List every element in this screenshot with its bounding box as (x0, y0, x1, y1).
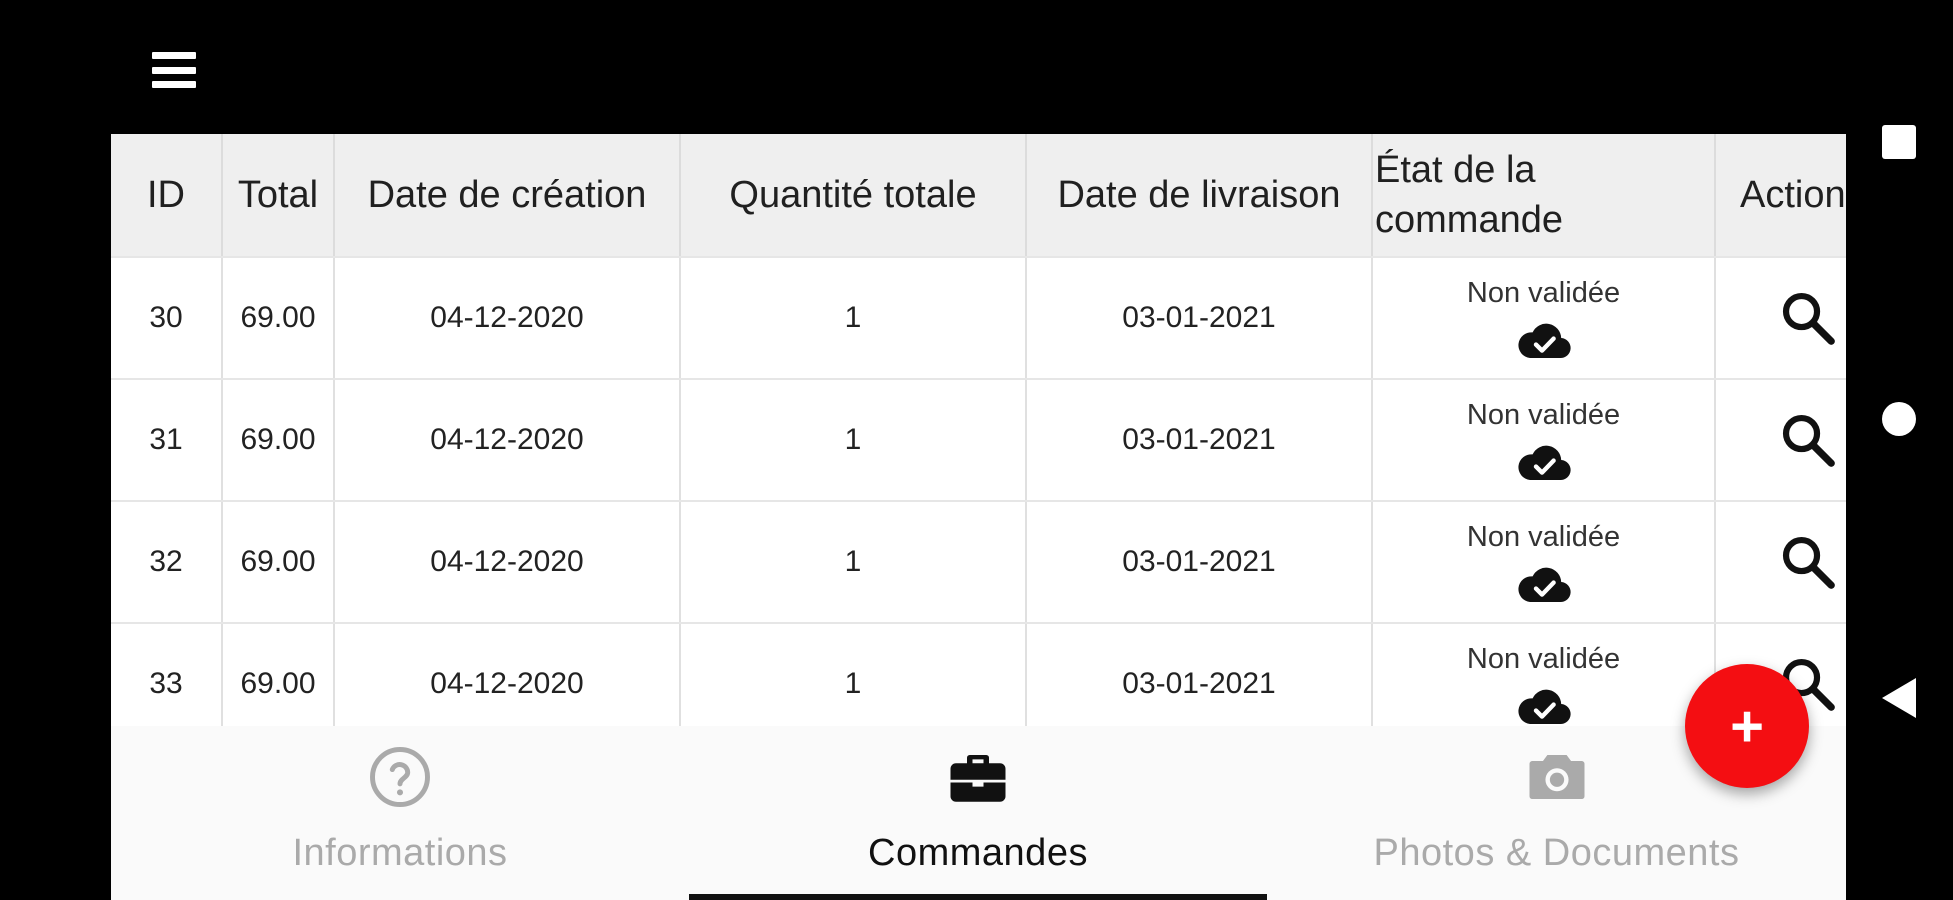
status-label: Non validée (1466, 642, 1621, 675)
status-label: Non validée (1466, 276, 1621, 309)
cell-total: 69.00 (223, 258, 335, 378)
cloud-check-icon (1516, 320, 1572, 360)
cell-date-creation: 04-12-2020 (335, 380, 681, 500)
cell-date-livraison: 03-01-2021 (1027, 502, 1373, 622)
cell-date-livraison: 03-01-2021 (1027, 624, 1373, 726)
cell-id: 32 (111, 502, 223, 622)
cell-action (1716, 258, 1846, 378)
home-icon[interactable] (1882, 402, 1916, 436)
nav-label-commandes: Commandes (868, 832, 1088, 874)
back-icon[interactable] (1882, 678, 1916, 718)
header-id[interactable]: ID (111, 134, 223, 256)
cell-total: 69.00 (223, 624, 335, 726)
cell-quantite: 1 (681, 624, 1027, 726)
cloud-check-icon (1516, 442, 1572, 482)
cell-etat: Non validée (1373, 258, 1716, 378)
search-icon[interactable] (1740, 287, 1846, 349)
table-row[interactable]: 30 69.00 04-12-2020 1 03-01-2021 Non validée (111, 256, 1846, 378)
cell-quantite: 1 (681, 258, 1027, 378)
cell-id: 30 (111, 258, 223, 378)
cell-date-livraison: 03-01-2021 (1027, 380, 1373, 500)
cell-id: 31 (111, 380, 223, 500)
nav-item-informations[interactable]: Informations (111, 726, 689, 900)
add-button[interactable]: + (1685, 664, 1809, 788)
table-row[interactable]: 31 69.00 04-12-2020 1 03-01-2021 Non validée (111, 378, 1846, 500)
cell-date-creation: 04-12-2020 (335, 258, 681, 378)
nav-item-commandes[interactable]: Commandes (689, 726, 1267, 900)
help-circle-icon (370, 747, 430, 807)
cell-etat: Non validée (1373, 624, 1716, 726)
cell-etat: Non validée (1373, 380, 1716, 500)
table-header: ID Total Date de création Quantité total… (111, 134, 1846, 256)
orders-content: ID Total Date de création Quantité total… (111, 134, 1846, 900)
cell-quantite: 1 (681, 380, 1027, 500)
cell-date-creation: 04-12-2020 (335, 502, 681, 622)
status-label: Non validée (1466, 398, 1621, 431)
table-row[interactable]: 32 69.00 04-12-2020 1 03-01-2021 Non validée (111, 500, 1846, 622)
cell-quantite: 1 (681, 502, 1027, 622)
header-etat[interactable]: État de la commande (1373, 134, 1716, 256)
orders-table: ID Total Date de création Quantité total… (111, 134, 1846, 726)
header-action[interactable]: Action (1716, 134, 1846, 256)
cell-total: 69.00 (223, 502, 335, 622)
cell-etat: Non validée (1373, 502, 1716, 622)
header-total[interactable]: Total (223, 134, 335, 256)
nav-label-informations: Informations (292, 832, 508, 874)
bottom-navigation: Informations Commandes Photos & Document… (111, 726, 1846, 900)
plus-icon: + (1730, 693, 1764, 759)
system-navigation-bar (1860, 0, 1953, 900)
header-date-livraison[interactable]: Date de livraison (1027, 134, 1373, 256)
app-screen: ID Total Date de création Quantité total… (0, 0, 1953, 900)
cell-id: 33 (111, 624, 223, 726)
status-label: Non validée (1466, 520, 1621, 553)
cloud-check-icon (1516, 564, 1572, 604)
nav-label-photos-documents: Photos & Documents (1373, 832, 1740, 874)
table-body: 30 69.00 04-12-2020 1 03-01-2021 Non validée 3… (111, 256, 1846, 726)
briefcase-icon (950, 755, 1006, 802)
search-icon[interactable] (1740, 409, 1846, 471)
search-icon[interactable] (1740, 531, 1846, 593)
header-quantite[interactable]: Quantité totale (681, 134, 1027, 256)
header-date-creation[interactable]: Date de création (335, 134, 681, 256)
table-row[interactable]: 33 69.00 04-12-2020 1 03-01-2021 Non validée (111, 622, 1846, 726)
active-tab-indicator (689, 894, 1267, 900)
hamburger-menu-icon[interactable] (150, 52, 198, 88)
cell-total: 69.00 (223, 380, 335, 500)
recent-apps-icon[interactable] (1882, 125, 1916, 159)
cloud-check-icon (1516, 686, 1572, 726)
cell-date-creation: 04-12-2020 (335, 624, 681, 726)
cell-action (1716, 380, 1846, 500)
cell-action (1716, 502, 1846, 622)
cell-date-livraison: 03-01-2021 (1027, 258, 1373, 378)
camera-icon (1529, 755, 1584, 799)
